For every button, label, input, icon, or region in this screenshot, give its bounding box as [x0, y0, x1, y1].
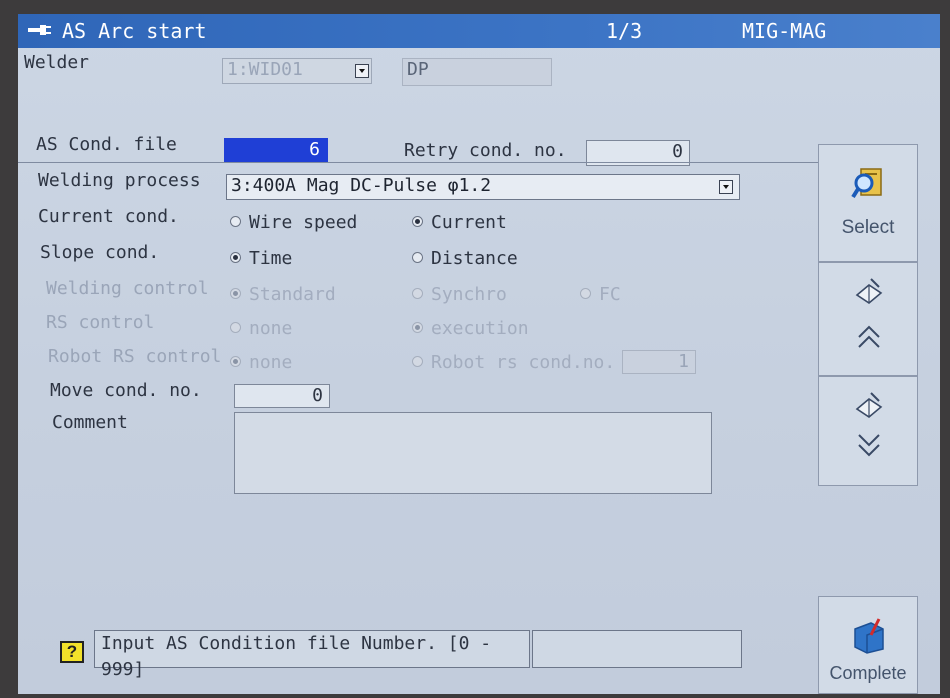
radio-fc[interactable]: FC: [580, 284, 621, 305]
radio-dot-selected: [230, 251, 241, 263]
radio-label: Current: [431, 212, 507, 233]
page-down-button[interactable]: [818, 376, 918, 486]
complete-button-label: Complete: [829, 663, 907, 683]
robot-rs-control-label: Robot RS control: [48, 346, 222, 367]
radio-label: Distance: [431, 248, 518, 269]
rs-control-label: RS control: [46, 312, 155, 333]
radio-dot: [230, 215, 241, 227]
slope-cond-label: Slope cond.: [40, 242, 160, 263]
welding-process-select[interactable]: 3:400A Mag DC-Pulse φ1.2: [226, 174, 740, 200]
status-message: Input AS Condition file Number. [0 - 999…: [94, 630, 530, 680]
radio-dot-selected: [230, 287, 241, 299]
current-cond-label: Current cond.: [38, 206, 179, 227]
radio-time[interactable]: Time: [230, 248, 292, 269]
move-cond-input[interactable]: 0: [234, 384, 330, 408]
plug-icon: [28, 25, 51, 35]
book-icon: [855, 392, 883, 418]
radio-wire-speed[interactable]: Wire speed: [230, 212, 357, 233]
radio-standard[interactable]: Standard: [230, 284, 336, 305]
radio-label: Robot rs cond.no.: [431, 352, 616, 373]
radio-dot: [580, 287, 591, 299]
radio-label: execution: [431, 318, 529, 339]
comment-field[interactable]: [234, 412, 712, 494]
complete-icon: [854, 618, 884, 654]
help-icon[interactable]: ?: [60, 641, 84, 663]
welder-select-value: 1:WID01: [227, 59, 303, 80]
radio-robot-rs-cond[interactable]: Robot rs cond.no.: [412, 352, 615, 373]
as-cond-file-input[interactable]: 6: [224, 138, 328, 162]
radio-label: Wire speed: [249, 212, 358, 233]
radio-dot: [412, 287, 423, 299]
radio-label: Synchro: [431, 284, 507, 305]
welding-process-value: 3:400A Mag DC-Pulse φ1.2: [231, 175, 492, 196]
welder-name-field: DP: [402, 58, 552, 86]
complete-button[interactable]: Complete: [818, 596, 918, 694]
pendant-screen: AS Arc start 1/3 MIG-MAG Welder 1:WID01 …: [18, 14, 940, 694]
radio-synchro[interactable]: Synchro: [412, 284, 507, 305]
title-bar: AS Arc start 1/3 MIG-MAG: [18, 14, 940, 48]
radio-distance[interactable]: Distance: [412, 248, 518, 269]
radio-label: FC: [599, 284, 621, 305]
select-button[interactable]: Select: [818, 144, 918, 262]
radio-dot-selected: [412, 215, 423, 227]
book-icon: [855, 278, 883, 304]
select-button-label: Select: [841, 217, 895, 238]
radio-label: none: [249, 318, 293, 339]
as-cond-file-label: AS Cond. file: [36, 134, 177, 155]
status-message-secondary: [532, 630, 742, 668]
radio-robot-rs-none[interactable]: none: [230, 352, 292, 373]
welding-control-label: Welding control: [46, 278, 209, 299]
chevron-down-icon: [719, 180, 733, 194]
radio-rs-execution[interactable]: execution: [412, 318, 529, 339]
radio-dot: [412, 251, 423, 263]
page-up-button[interactable]: [818, 262, 918, 376]
status-bar: ? Input AS Condition file Number. [0 - 9…: [58, 630, 818, 680]
select-file-icon: [851, 168, 882, 199]
welder-label: Welder: [24, 52, 90, 73]
welding-process-label: Welding process: [38, 170, 201, 191]
chevron-down-icon: [355, 64, 369, 78]
window-title: AS Arc start: [62, 19, 207, 43]
radio-label: none: [249, 352, 293, 373]
robot-rs-cond-input[interactable]: 1: [622, 350, 696, 374]
radio-current[interactable]: Current: [412, 212, 507, 233]
move-cond-label: Move cond. no.: [50, 380, 202, 401]
radio-dot-selected: [412, 321, 423, 333]
divider: [18, 162, 818, 163]
double-chevron-up-icon: [858, 325, 880, 348]
page-indicator: 1/3: [606, 19, 643, 43]
radio-dot-selected: [230, 355, 241, 367]
retry-cond-label: Retry cond. no.: [404, 140, 567, 161]
radio-rs-none[interactable]: none: [230, 318, 292, 339]
mode-indicator: MIG-MAG: [742, 19, 827, 43]
radio-label: Time: [249, 248, 293, 269]
radio-label: Standard: [249, 284, 336, 305]
radio-dot: [230, 321, 241, 333]
double-chevron-down-icon: [858, 434, 880, 457]
welder-select[interactable]: 1:WID01: [222, 58, 372, 84]
comment-label: Comment: [52, 412, 128, 433]
radio-dot: [412, 355, 423, 367]
